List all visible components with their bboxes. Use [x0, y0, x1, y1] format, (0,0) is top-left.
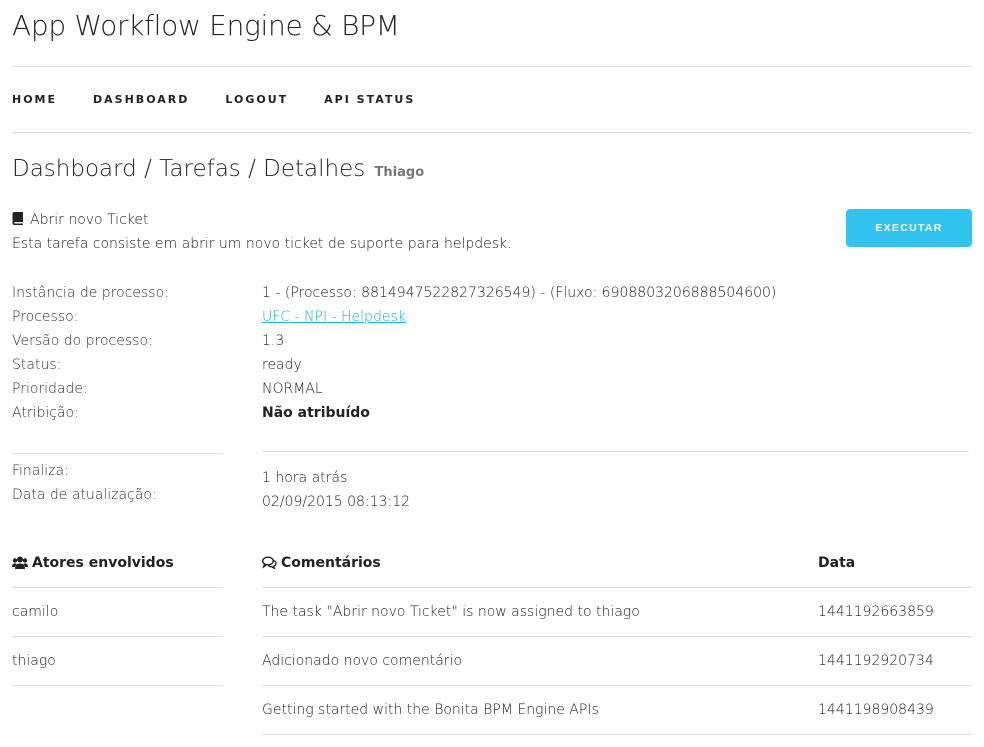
list-item: thiago — [12, 653, 56, 669]
user-name: Thiago — [374, 165, 425, 180]
date-header: Data — [818, 555, 856, 571]
breadcrumb: Dashboard / Tarefas / Detalhes — [12, 156, 366, 182]
actors-header-label: Atores envolvidos — [32, 555, 174, 571]
finaliza-label: Finaliza: — [12, 463, 69, 479]
comments-header: Comentários — [262, 555, 381, 571]
detail-label-status: Status: — [12, 357, 62, 373]
nav-divider — [12, 132, 972, 133]
actors-divider — [12, 587, 223, 588]
comments-divider — [262, 685, 972, 686]
detail-value-assignment: Não atribuído — [262, 405, 370, 421]
detail-value-process: UFC - NPI - Helpdesk — [262, 309, 406, 325]
nav-dashboard[interactable]: DASHBOARD — [93, 93, 189, 106]
nav-logout[interactable]: LOGOUT — [225, 93, 288, 106]
comments-icon — [262, 556, 277, 569]
comments-header-label: Comentários — [281, 555, 381, 571]
nav-api-status[interactable]: API STATUS — [324, 93, 415, 106]
comment-date: 1441192663859 — [818, 604, 934, 620]
book-icon — [12, 212, 23, 225]
page-title: Dashboard / Tarefas / Detalhes Thiago — [12, 156, 424, 182]
detail-label-priority: Prioridade: — [12, 381, 88, 397]
list-item: camilo — [12, 604, 59, 620]
header-divider — [12, 66, 972, 67]
task-header: Abrir novo Ticket — [12, 212, 148, 228]
comment-date: 1441198908439 — [818, 702, 934, 718]
execute-button[interactable]: EXECUTAR — [846, 209, 972, 247]
main-nav: HOME DASHBOARD LOGOUT API STATUS — [12, 93, 451, 106]
detail-value-instance: 1 - (Processo: 8814947522827326549) - (F… — [262, 285, 777, 301]
detail-label-version: Versão do processo: — [12, 333, 153, 349]
comments-divider — [262, 636, 972, 637]
actors-divider — [12, 685, 223, 686]
detail-value-version: 1.3 — [262, 333, 285, 349]
actors-divider — [12, 636, 223, 637]
detail-label-instance: Instância de processo: — [12, 285, 169, 301]
users-icon — [12, 556, 28, 569]
updated-label: Data de atualização: — [12, 487, 157, 503]
actors-header: Atores envolvidos — [12, 555, 174, 571]
details-divider-right — [262, 451, 969, 452]
task-name: Abrir novo Ticket — [30, 212, 149, 228]
detail-label-assignment: Atribição: — [12, 405, 79, 421]
comments-divider — [262, 587, 972, 588]
comments-divider — [262, 734, 972, 735]
comment-date: 1441192920734 — [818, 653, 934, 669]
app-title: App Workflow Engine & BPM — [12, 9, 400, 42]
detail-value-priority: NORMAL — [262, 381, 323, 397]
comment-text: Getting started with the Bonita BPM Engi… — [262, 702, 599, 718]
detail-value-status: ready — [262, 357, 302, 373]
finaliza-value: 1 hora atrás — [262, 470, 348, 486]
comment-text: The task "Abrir novo Ticket" is now assi… — [262, 604, 640, 620]
updated-value: 02/09/2015 08:13:12 — [262, 494, 411, 510]
task-description: Esta tarefa consiste em abrir um novo ti… — [12, 236, 512, 252]
comment-text: Adicionado novo comentário — [262, 653, 463, 669]
nav-home[interactable]: HOME — [12, 93, 57, 106]
process-link[interactable]: UFC - NPI - Helpdesk — [262, 309, 406, 325]
detail-label-process: Processo: — [12, 309, 79, 325]
details-divider-left — [12, 453, 223, 454]
